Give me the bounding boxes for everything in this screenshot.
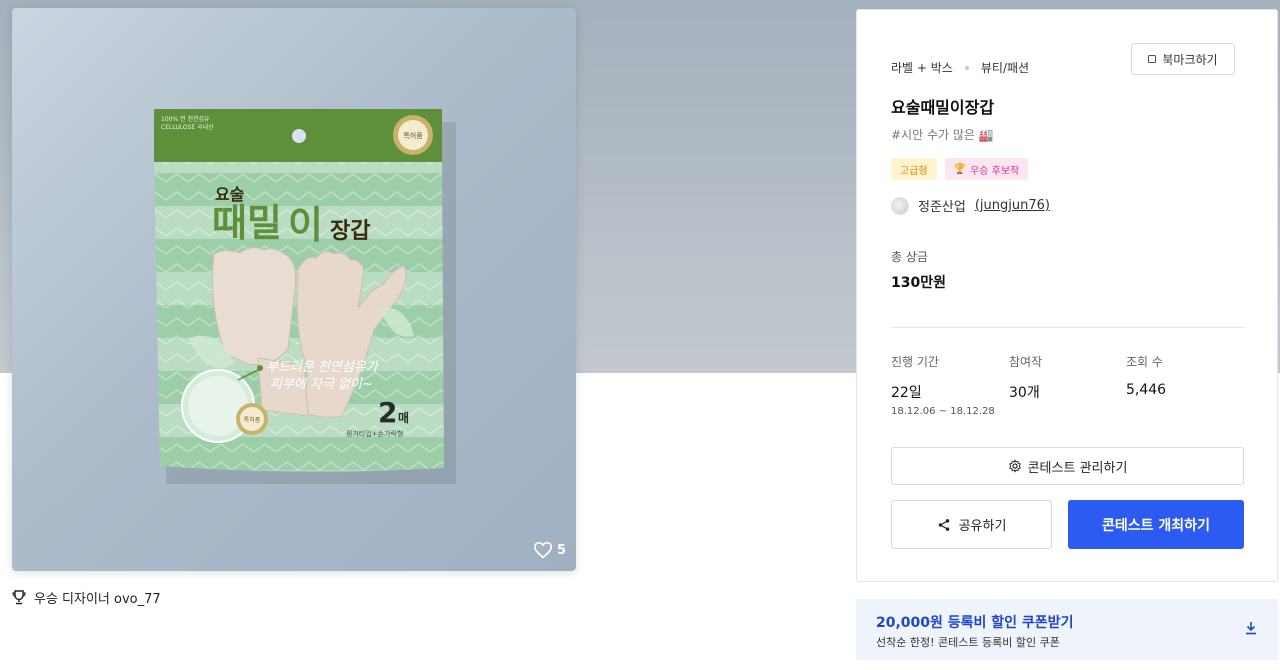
fiber-note-en-text: CELLULOSE 국내산 (161, 123, 214, 131)
hang-hole (292, 129, 306, 143)
slogan-line-1: 부드러운 천연섬유가 (266, 360, 380, 375)
avatar (891, 196, 909, 215)
download-icon[interactable] (1244, 621, 1258, 635)
share-label: 공유하기 (958, 519, 1007, 534)
seal-top-text: 특허품 (403, 131, 423, 140)
stat-views-label: 조회 수 (1126, 355, 1163, 369)
contest-owner[interactable]: 정준산업 (jungjun76) (891, 196, 1050, 215)
bookmark-label: 북마크하기 (1162, 52, 1218, 67)
stat-duration-value: 22일 (891, 385, 922, 401)
manage-contest-label: 콘테스트 관리하기 (1027, 460, 1128, 476)
stat-duration: 진행 기간 22일 18.12.06 ~ 18.12.28 (891, 353, 995, 417)
owner-handle-link[interactable]: (jungjun76) (975, 198, 1050, 213)
brand-big-text-3: 장갑 (330, 219, 370, 244)
winner-designer[interactable]: 우승 디자이너 ovo_77 (12, 588, 161, 607)
like-count: 5 (556, 542, 566, 558)
breadcrumb: 라벨 + 박스 뷰티/패션 (891, 59, 1029, 76)
contest-title: 요술때밀이장갑 (891, 98, 995, 117)
manage-contest-button[interactable]: 콘테스트 관리하기 (891, 447, 1244, 485)
brand-big-text-2: 이 (288, 203, 323, 247)
stat-views-value: 5,446 (1126, 382, 1167, 398)
premium-badge-label: 고급형 (900, 165, 928, 177)
pack-count: 2 (378, 396, 397, 429)
divider (891, 327, 1245, 328)
slogan-line-2: 피부에 자극 없이~ (270, 377, 373, 392)
stat-views: 조회 수 5,446 (1126, 353, 1166, 398)
stat-entries: 참여작 30개 (1009, 353, 1042, 402)
winning-design-image[interactable]: 100% 면 천연섬유 CELLULOSE 국내산 특허품 요술 때밀 이 장갑… (12, 8, 576, 571)
coupon-banner[interactable]: 20,000원 등록비 할인 쿠폰받기 선착순 한정! 콘테스트 등록비 할인 … (856, 599, 1278, 660)
winner-candidate-label: 우승 후보작 (970, 165, 1020, 177)
prize-label: 총 상금 (891, 250, 928, 264)
badge-list: 고급형 🏆 우승 후보작 (891, 158, 1029, 180)
breadcrumb-separator (964, 65, 969, 70)
seal-bottom-text: 특허품 (244, 416, 261, 424)
stat-entries-value: 30개 (1009, 385, 1040, 401)
stat-duration-dates: 18.12.06 ~ 18.12.28 (891, 406, 995, 417)
contest-tagline: #시안 수가 많은 🏭 (891, 128, 994, 142)
stat-duration-label: 진행 기간 (891, 355, 939, 369)
product-package-illustration: 100% 면 천연섬유 CELLULOSE 국내산 특허품 요술 때밀 이 장갑… (154, 109, 456, 484)
winner-candidate-badge: 🏆 우승 후보작 (944, 158, 1029, 180)
heart-icon (533, 541, 552, 559)
host-contest-label: 콘테스트 개최하기 (1102, 517, 1210, 534)
contest-info-panel: 라벨 + 박스 뷰티/패션 북마크하기 요술때밀이장갑 #시안 수가 많은 🏭 … (856, 9, 1278, 582)
breadcrumb-industry[interactable]: 뷰티/패션 (981, 59, 1029, 76)
share-icon (938, 518, 949, 531)
brand-big-text-1: 때밀 (212, 201, 282, 245)
prize-value: 130만원 (891, 275, 946, 291)
pack-count-unit: 매 (398, 410, 409, 425)
share-button[interactable]: 공유하기 (891, 500, 1052, 549)
premium-badge: 고급형 (891, 158, 937, 180)
like-button[interactable]: 5 (533, 541, 566, 559)
trophy-icon (12, 590, 26, 605)
breadcrumb-category[interactable]: 라벨 + 박스 (891, 59, 953, 76)
host-contest-button[interactable]: 콘테스트 개최하기 (1068, 500, 1244, 549)
bookmark-button[interactable]: 북마크하기 (1131, 43, 1235, 75)
bookmark-icon (1148, 55, 1157, 63)
winner-text: 우승 디자이너 ovo_77 (34, 592, 161, 607)
owner-name: 정준산업 (918, 200, 966, 215)
stat-entries-label: 참여작 (1009, 355, 1043, 369)
coupon-title: 20,000원 등록비 할인 쿠폰받기 (876, 615, 1074, 631)
gear-icon (1008, 459, 1021, 473)
trophy-badge-icon: 🏆 (953, 163, 967, 175)
fiber-note-text: 100% 면 천연섬유 (161, 115, 210, 123)
coupon-subtitle: 선착순 한정! 콘테스트 등록비 할인 쿠폰 (876, 636, 1060, 649)
pack-type-note: 핑거타입+손가락형 (346, 429, 403, 438)
